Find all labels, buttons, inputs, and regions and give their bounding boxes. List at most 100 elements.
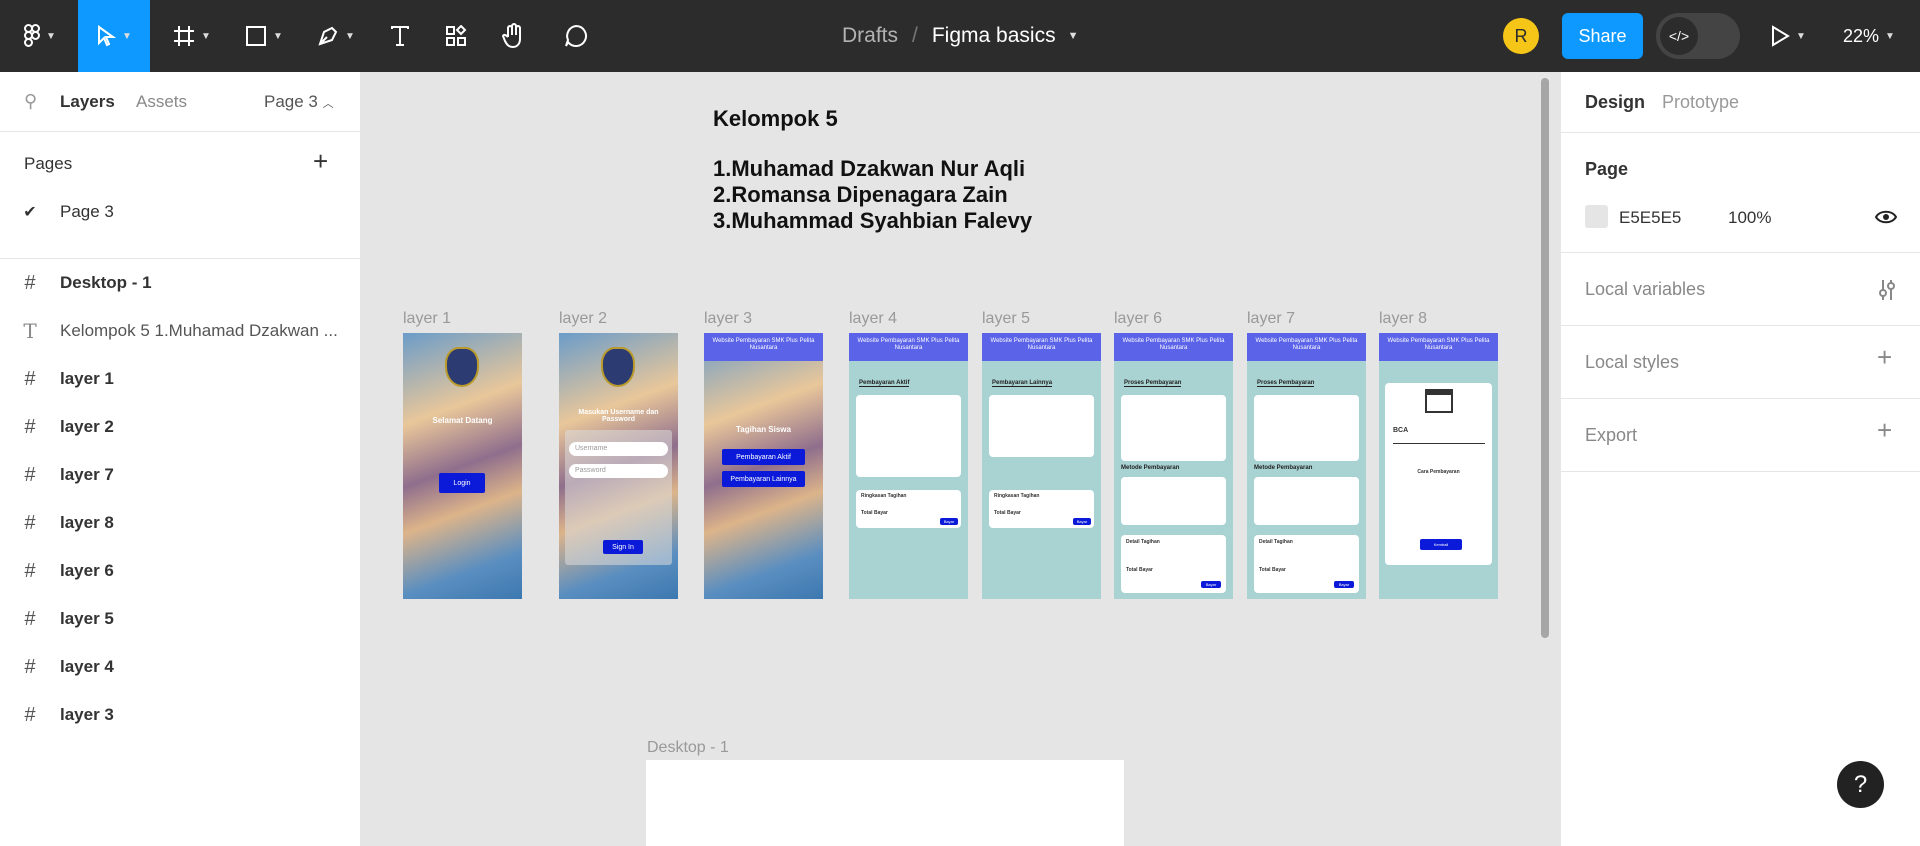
frame-label[interactable]: layer 1: [403, 310, 451, 328]
vertical-scrollbar[interactable]: [1541, 78, 1549, 638]
login-button[interactable]: Login: [439, 473, 485, 493]
pay-button[interactable]: Bayar: [1201, 581, 1221, 588]
app-header: Website Pembayaran SMK Plus Pelita Nusan…: [849, 333, 968, 361]
layer-row[interactable]: # layer 5: [0, 595, 360, 643]
export-label: Export: [1585, 425, 1638, 445]
chevron-down-icon: ▼: [46, 30, 56, 42]
tab-layers[interactable]: Layers: [60, 92, 115, 112]
file-title[interactable]: Drafts / Figma basics ▼: [842, 0, 1078, 72]
breadcrumb-drafts[interactable]: Drafts: [842, 24, 898, 48]
pages-heading: Pages: [24, 154, 73, 173]
page-color-swatch[interactable]: [1585, 205, 1608, 228]
search-icon[interactable]: ⚲: [24, 91, 37, 112]
frame-layer-7[interactable]: Website Pembayaran SMK Plus Pelita Nusan…: [1247, 333, 1366, 599]
frame-layer-5[interactable]: Website Pembayaran SMK Plus Pelita Nusan…: [982, 333, 1101, 599]
frame-layer-8[interactable]: Website Pembayaran SMK Plus Pelita Nusan…: [1379, 333, 1498, 599]
pen-icon: [318, 26, 338, 46]
eye-icon[interactable]: [1875, 209, 1897, 225]
layer-row[interactable]: # layer 4: [0, 643, 360, 691]
hand-tool-button[interactable]: [494, 0, 534, 72]
layer-row[interactable]: # layer 8: [0, 499, 360, 547]
group-heading: Kelompok 5: [713, 106, 838, 131]
components-icon: [446, 25, 467, 46]
active-payment-button[interactable]: Pembayaran Aktif: [722, 449, 805, 465]
page-opacity-value[interactable]: 100%: [1728, 208, 1771, 228]
move-tool-button[interactable]: ▼: [78, 0, 150, 72]
sliders-icon[interactable]: [1877, 279, 1897, 301]
shape-tool-button[interactable]: ▼: [238, 0, 290, 72]
local-variables-section[interactable]: Local variables: [1561, 253, 1920, 326]
frame-label[interactable]: layer 7: [1247, 310, 1295, 328]
frame-label[interactable]: layer 8: [1379, 310, 1427, 328]
comment-icon: [565, 24, 587, 47]
file-name[interactable]: Figma basics: [932, 24, 1056, 48]
frame-layer-6[interactable]: Website Pembayaran SMK Plus Pelita Nusan…: [1114, 333, 1233, 599]
resources-tool-button[interactable]: [436, 0, 476, 72]
add-style-button[interactable]: +: [1877, 342, 1892, 373]
breadcrumb-separator: /: [912, 24, 918, 47]
bill-detail-card: [1121, 395, 1226, 461]
share-button[interactable]: Share: [1562, 13, 1643, 59]
page-selector[interactable]: Page 3 ︿: [264, 92, 334, 112]
main-menu-button[interactable]: ▼: [14, 0, 66, 72]
page-item[interactable]: ✔ Page 3: [0, 194, 360, 230]
canvas[interactable]: Kelompok 5 1.Muhamad Dzakwan Nur Aqli 2.…: [361, 72, 1560, 846]
layer-row[interactable]: # layer 1: [0, 355, 360, 403]
add-export-button[interactable]: +: [1877, 415, 1892, 446]
app-header: Website Pembayaran SMK Plus Pelita Nusan…: [1114, 333, 1233, 361]
pen-tool-button[interactable]: ▼: [310, 0, 362, 72]
member-line: 1.Muhamad Dzakwan Nur Aqli: [713, 156, 1026, 181]
member-line: 3.Muhammad Syahbian Falevy: [713, 208, 1033, 233]
frame-tool-button[interactable]: ▼: [166, 0, 218, 72]
frame-label[interactable]: layer 6: [1114, 310, 1162, 328]
layer-row[interactable]: # layer 7: [0, 451, 360, 499]
other-payment-button[interactable]: Pembayaran Lainnya: [722, 471, 805, 487]
add-page-button[interactable]: +: [313, 146, 328, 177]
pay-button[interactable]: Bayar: [940, 518, 958, 525]
frame-layer-1[interactable]: Selamat Datang Login: [403, 333, 522, 599]
tab-design[interactable]: Design: [1585, 92, 1645, 113]
chevron-down-icon: ▼: [1796, 30, 1806, 42]
layer-row[interactable]: # layer 2: [0, 403, 360, 451]
frame-icon: #: [24, 559, 36, 582]
tab-assets[interactable]: Assets: [136, 92, 187, 112]
avatar[interactable]: R: [1503, 18, 1539, 54]
frame-label[interactable]: layer 2: [559, 310, 607, 328]
chevron-down-icon: ▼: [345, 30, 355, 42]
chevron-down-icon: ▼: [273, 30, 283, 42]
tab-prototype[interactable]: Prototype: [1662, 92, 1739, 113]
sign-in-button[interactable]: Sign In: [603, 540, 643, 554]
frame-desktop-1[interactable]: [646, 760, 1124, 846]
password-field[interactable]: Password: [569, 464, 668, 478]
help-button[interactable]: ?: [1837, 761, 1884, 808]
bill-list-card: [989, 395, 1094, 457]
frame-layer-2[interactable]: Masukan Username dan Password Username P…: [559, 333, 678, 599]
layer-row[interactable]: T Kelompok 5 1.Muhamad Dzakwan ...: [0, 307, 360, 355]
frame-label[interactable]: layer 4: [849, 310, 897, 328]
layer-row[interactable]: # layer 3: [0, 691, 360, 739]
page-color-value[interactable]: E5E5E5: [1619, 208, 1681, 228]
text-tool-button[interactable]: [380, 0, 420, 72]
chevron-down-icon[interactable]: ▼: [1068, 30, 1079, 42]
frame-layer-3[interactable]: Website Pembayaran SMK Plus Pelita Nusan…: [704, 333, 823, 599]
login-prompt: Masukan Username dan Password: [578, 409, 659, 423]
dev-mode-toggle[interactable]: </>: [1656, 13, 1740, 59]
frame-label[interactable]: layer 5: [982, 310, 1030, 328]
back-button[interactable]: Kembali: [1420, 539, 1462, 550]
frame-layer-4[interactable]: Website Pembayaran SMK Plus Pelita Nusan…: [849, 333, 968, 599]
frame-label[interactable]: layer 3: [704, 310, 752, 328]
app-header: Website Pembayaran SMK Plus Pelita Nusan…: [1379, 333, 1498, 361]
layer-row[interactable]: # layer 6: [0, 547, 360, 595]
layer-row[interactable]: # Desktop - 1: [0, 259, 360, 307]
comment-tool-button[interactable]: [556, 0, 596, 72]
pay-button[interactable]: Bayar: [1334, 581, 1354, 588]
group-text[interactable]: Kelompok 5 1.Muhamad Dzakwan Nur Aqli 2.…: [713, 106, 1032, 234]
present-button[interactable]: ▼: [1770, 0, 1806, 72]
zoom-control[interactable]: 22% ▼: [1843, 0, 1895, 72]
pay-button[interactable]: Bayar: [1073, 518, 1091, 525]
username-field[interactable]: Username: [569, 442, 668, 456]
local-styles-section[interactable]: Local styles +: [1561, 326, 1920, 399]
chevron-down-icon: ▼: [122, 30, 132, 42]
export-section[interactable]: Export +: [1561, 399, 1920, 472]
frame-label[interactable]: Desktop - 1: [647, 739, 729, 757]
